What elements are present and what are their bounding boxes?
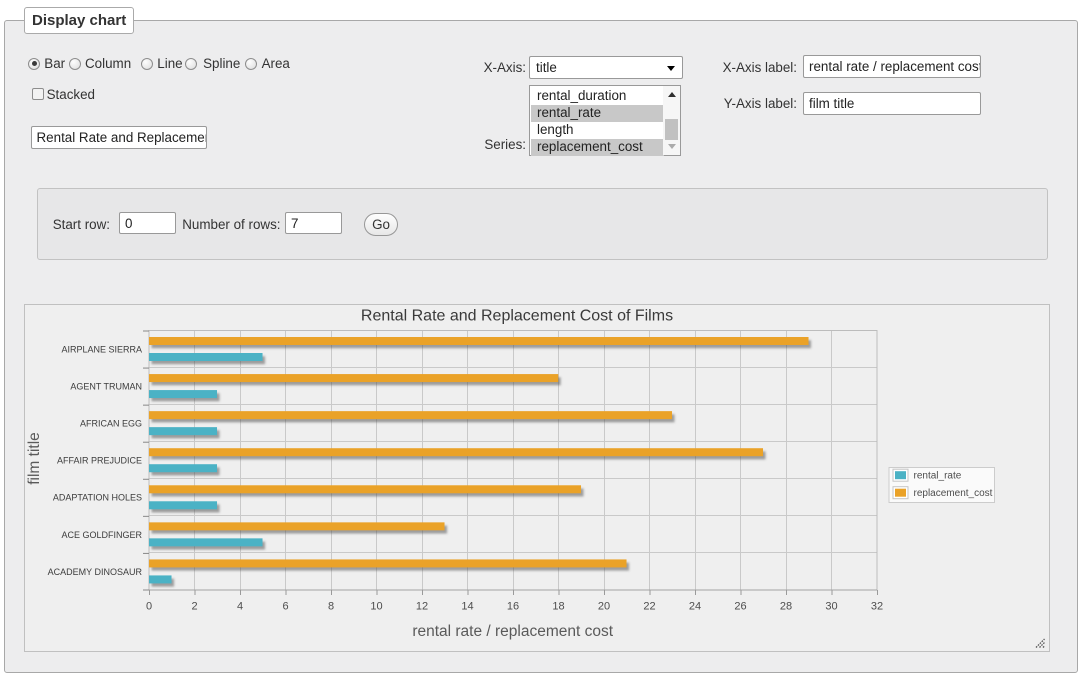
svg-text:6: 6	[282, 601, 288, 613]
svg-text:22: 22	[643, 601, 655, 613]
svg-text:rental rate / replacement cost: rental rate / replacement cost	[412, 623, 613, 640]
svg-text:film title: film title	[26, 432, 43, 485]
svg-text:ADAPTATION HOLES: ADAPTATION HOLES	[53, 493, 142, 503]
svg-text:AFFAIR PREJUDICE: AFFAIR PREJUDICE	[57, 456, 142, 466]
svg-text:12: 12	[416, 601, 428, 613]
svg-text:ACADEMY DINOSAUR: ACADEMY DINOSAUR	[48, 567, 143, 577]
svg-text:28: 28	[780, 601, 792, 613]
svg-text:4: 4	[237, 601, 243, 613]
svg-text:20: 20	[598, 601, 610, 613]
svg-text:32: 32	[871, 601, 883, 613]
svg-text:Rental Rate and Replacement Co: Rental Rate and Replacement Cost of Film…	[361, 308, 673, 325]
svg-text:18: 18	[552, 601, 564, 613]
svg-text:ACE GOLDFINGER: ACE GOLDFINGER	[61, 530, 142, 540]
svg-text:24: 24	[689, 601, 701, 613]
svg-text:AIRPLANE SIERRA: AIRPLANE SIERRA	[61, 344, 142, 354]
svg-text:16: 16	[507, 601, 519, 613]
svg-text:AGENT TRUMAN: AGENT TRUMAN	[70, 381, 142, 391]
svg-text:replacement_cost: replacement_cost	[914, 488, 993, 499]
svg-text:0: 0	[146, 601, 152, 613]
svg-text:8: 8	[328, 601, 334, 613]
svg-text:10: 10	[370, 601, 382, 613]
svg-text:2: 2	[191, 601, 197, 613]
svg-text:14: 14	[461, 601, 473, 613]
svg-text:30: 30	[825, 601, 837, 613]
svg-text:rental_rate: rental_rate	[914, 471, 962, 482]
svg-text:26: 26	[734, 601, 746, 613]
svg-text:AFRICAN EGG: AFRICAN EGG	[80, 419, 142, 429]
